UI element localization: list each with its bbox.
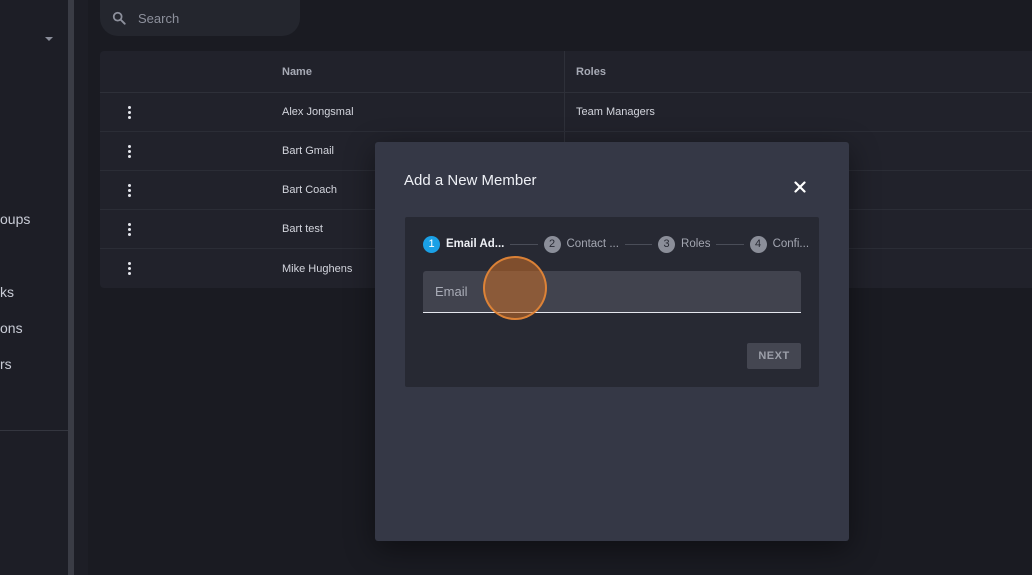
step-label: Roles xyxy=(681,238,711,250)
step-email-address[interactable]: 1 Email Ad... xyxy=(423,235,505,253)
step-roles[interactable]: 3 Roles xyxy=(658,235,711,253)
add-member-dialog: Add a New Member 1 Email Ad... 2 Contact… xyxy=(375,142,849,541)
step-number: 1 xyxy=(423,235,440,253)
close-icon xyxy=(794,181,806,193)
email-input[interactable] xyxy=(435,271,785,311)
stepper: 1 Email Ad... 2 Contact ... 3 Roles 4 Co… xyxy=(423,235,809,253)
wizard-panel: 1 Email Ad... 2 Contact ... 3 Roles 4 Co… xyxy=(405,217,819,387)
close-button[interactable] xyxy=(789,176,811,198)
dialog-title: Add a New Member xyxy=(404,172,537,189)
step-label: Email Ad... xyxy=(446,238,505,250)
step-label: Contact ... xyxy=(566,238,619,250)
step-connector xyxy=(510,243,538,245)
step-connector xyxy=(624,243,653,245)
step-label: Confi... xyxy=(772,238,810,250)
step-confirm[interactable]: 4 Confi... xyxy=(749,235,810,253)
email-field[interactable] xyxy=(423,271,801,313)
next-button[interactable]: NEXT xyxy=(747,343,801,369)
step-number: 2 xyxy=(543,235,561,253)
step-number: 4 xyxy=(749,235,767,253)
step-connector xyxy=(716,243,744,245)
step-number: 3 xyxy=(658,235,676,253)
step-contact-info[interactable]: 2 Contact ... xyxy=(543,235,619,253)
